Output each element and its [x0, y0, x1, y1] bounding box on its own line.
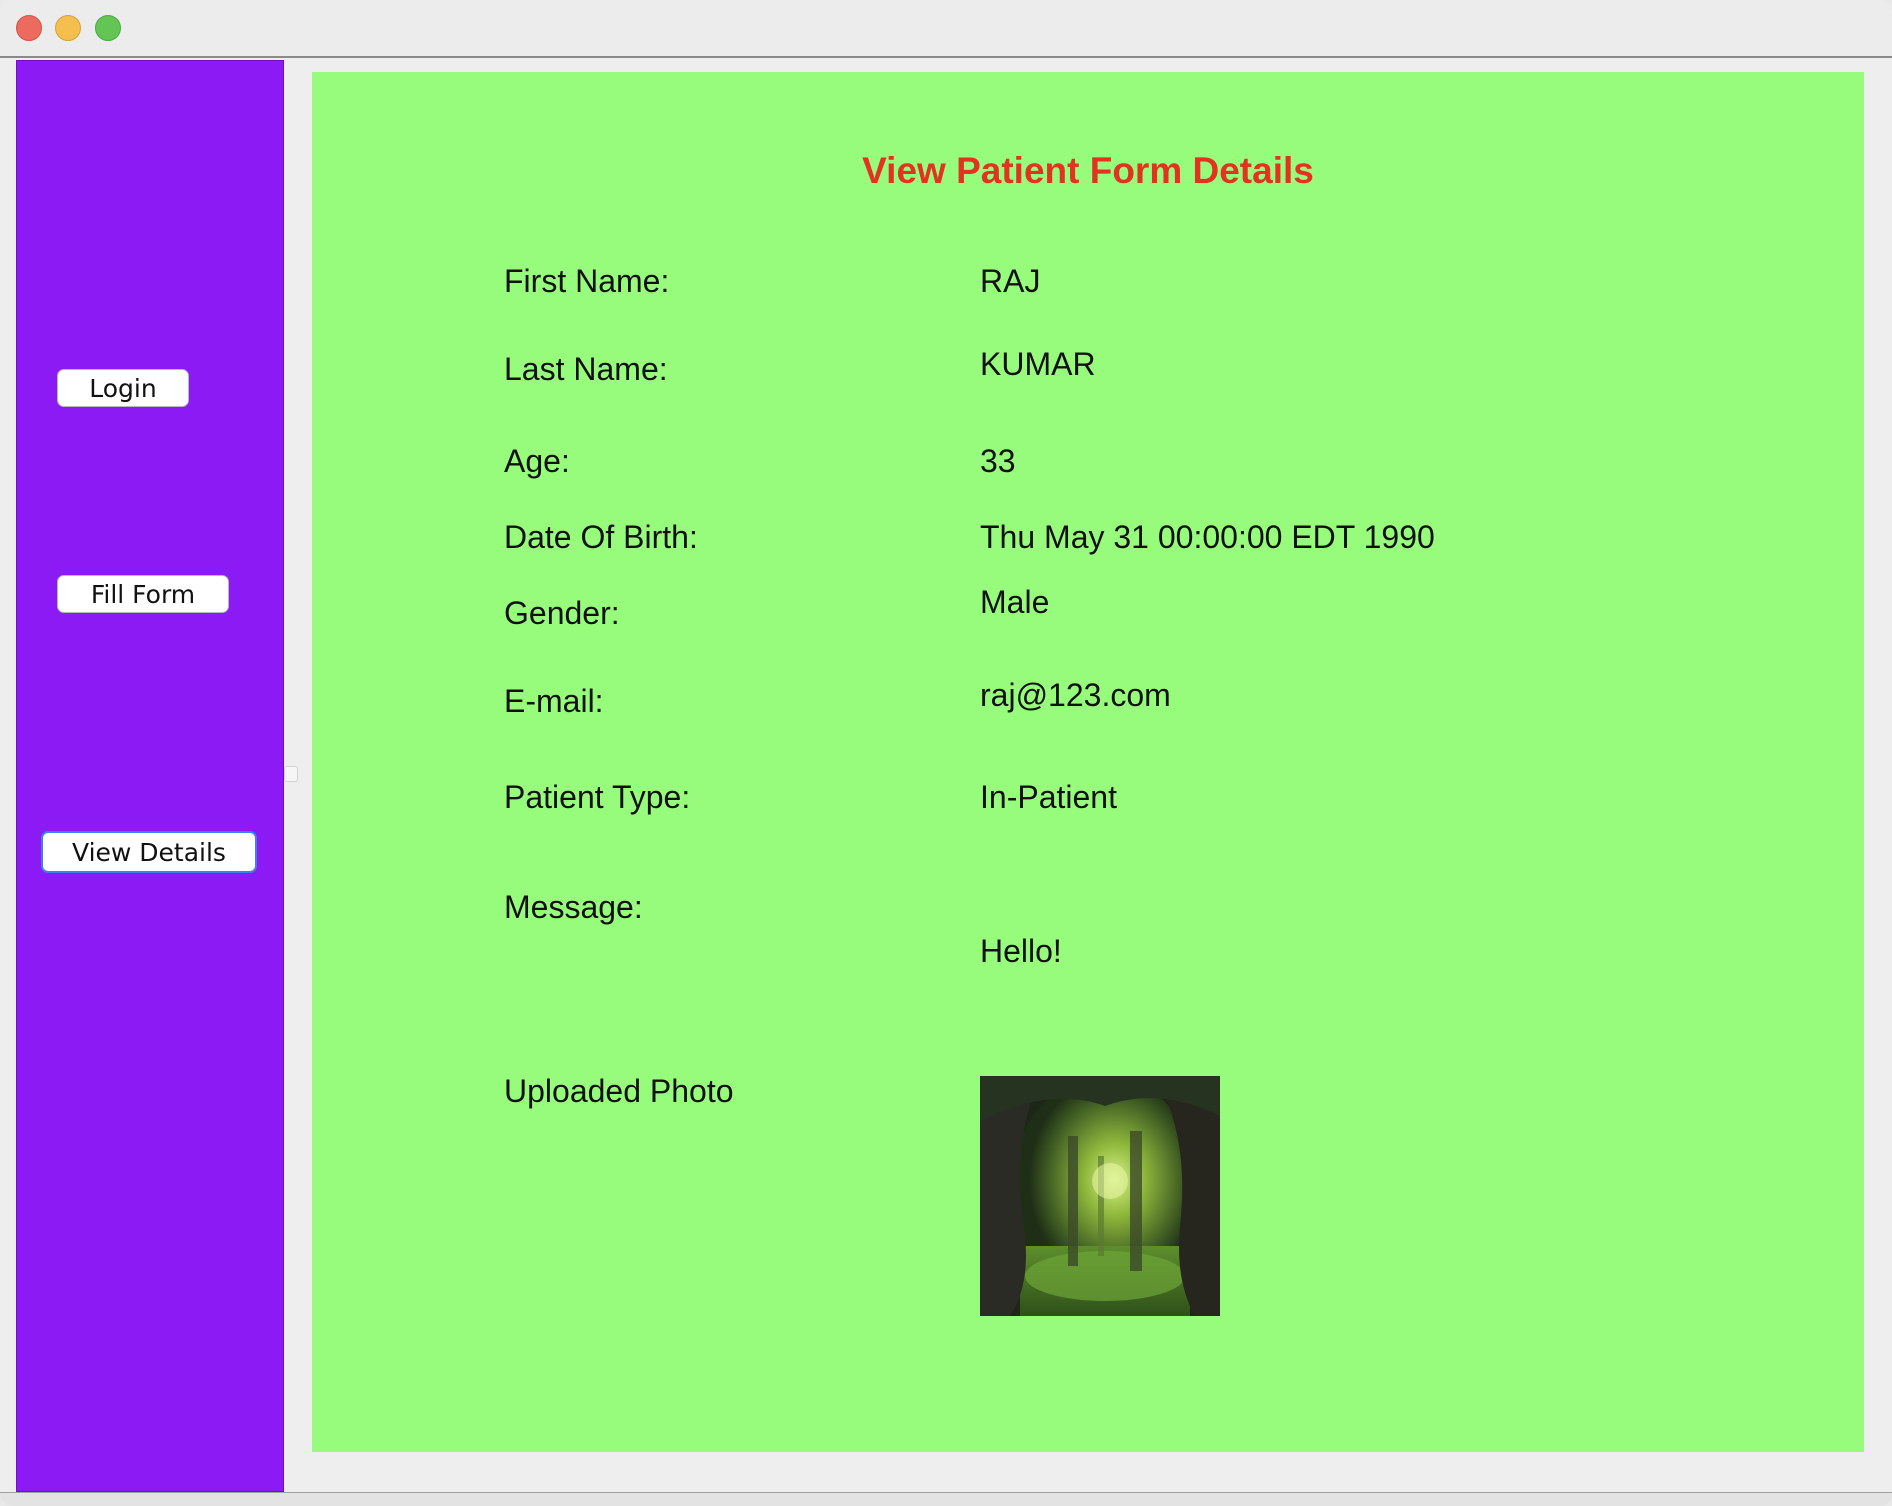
age-value: 33: [980, 443, 1016, 479]
first-name-label: First Name:: [504, 263, 670, 299]
first-name-value: RAJ: [980, 263, 1041, 299]
patient-type-value: In-Patient: [980, 779, 1117, 815]
patient-type-label: Patient Type:: [504, 779, 691, 815]
email-value: raj@123.com: [980, 677, 1171, 713]
date-of-birth-label: Date Of Birth:: [504, 519, 698, 555]
uploaded-photo-label: Uploaded Photo: [504, 1073, 734, 1109]
maximize-window-button[interactable]: [95, 15, 121, 41]
view-details-button[interactable]: View Details: [41, 831, 257, 873]
last-name-value: KUMAR: [980, 346, 1096, 382]
date-of-birth-value: Thu May 31 00:00:00 EDT 1990: [980, 519, 1435, 555]
patient-details-panel: View Patient Form Details First Name: RA…: [312, 72, 1864, 1452]
fill-form-button[interactable]: Fill Form: [57, 575, 229, 613]
gender-value: Male: [980, 584, 1050, 620]
email-label: E-mail:: [504, 683, 604, 719]
uploaded-photo-image: [980, 1076, 1220, 1316]
sidebar: Login Fill Form View Details: [16, 60, 284, 1492]
page-title: View Patient Form Details: [862, 150, 1314, 191]
gender-label: Gender:: [504, 595, 620, 631]
close-window-button[interactable]: [16, 15, 42, 41]
window-bottom-edge: [0, 1492, 1892, 1506]
message-value: Hello!: [980, 933, 1062, 969]
age-label: Age:: [504, 443, 570, 479]
app-window: Login Fill Form View Details View Patien…: [0, 0, 1892, 1506]
message-label: Message:: [504, 889, 643, 925]
login-button[interactable]: Login: [57, 369, 189, 407]
title-bar: [0, 0, 1892, 58]
forest-photo-icon: [980, 1076, 1220, 1316]
minimize-window-button[interactable]: [55, 15, 81, 41]
last-name-label: Last Name:: [504, 351, 668, 387]
split-pane-divider-handle[interactable]: [284, 766, 298, 782]
